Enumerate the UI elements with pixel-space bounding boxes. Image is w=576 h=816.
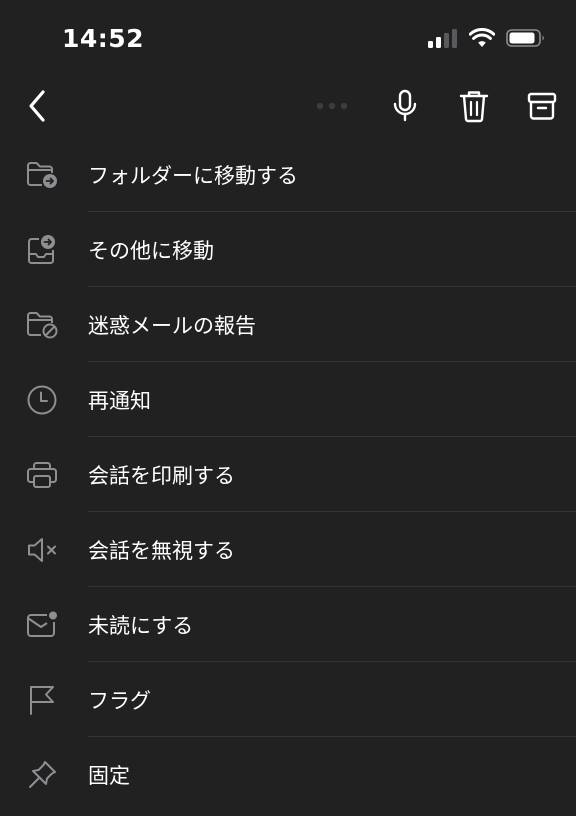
microphone-icon [392,89,418,123]
menu-item-mark-unread[interactable]: 未読にする [0,587,576,662]
more-button[interactable] [312,86,352,126]
menu-item-label: 迷惑メールの報告 [88,313,256,338]
menu-item-pin[interactable]: 固定 [0,737,576,812]
menu-item-label: 会話を無視する [88,538,235,563]
cellular-signal-icon [428,28,458,48]
speaker-mute-icon [24,532,60,568]
menu-item-report-junk[interactable]: 迷惑メールの報告 [0,287,576,362]
menu-item-move-to-other[interactable]: その他に移動 [0,212,576,287]
toolbar [0,78,576,138]
status-time: 14:52 [62,24,145,53]
menu-item-snooze[interactable]: 再通知 [0,362,576,437]
back-chevron-icon [26,89,50,123]
dictate-button[interactable] [385,86,425,126]
trash-icon [459,89,489,123]
status-icons [428,28,546,48]
folder-move-icon [24,157,60,193]
more-dots-icon [314,101,350,111]
menu-item-label: 固定 [88,763,130,788]
menu-item-print-conversation[interactable]: 会話を印刷する [0,437,576,512]
menu-item-label: その他に移動 [88,238,214,263]
action-menu: フォルダーに移動する その他に移動 迷惑メールの報告 再通知 会話を印刷する 会… [0,137,576,812]
menu-item-move-to-folder[interactable]: フォルダーに移動する [0,137,576,212]
menu-item-label: 未読にする [88,613,194,638]
archive-button[interactable] [522,86,562,126]
wifi-icon [469,28,495,48]
flag-icon [24,682,60,718]
menu-item-label: フォルダーに移動する [88,163,298,188]
inbox-move-icon [24,232,60,268]
printer-icon [24,457,60,493]
delete-button[interactable] [454,86,494,126]
folder-block-icon [24,307,60,343]
clock-icon [24,382,60,418]
menu-item-ignore-conversation[interactable]: 会話を無視する [0,512,576,587]
battery-icon [506,28,546,48]
menu-item-label: フラグ [88,688,151,713]
back-button[interactable] [18,86,58,126]
pin-icon [24,757,60,793]
menu-item-label: 再通知 [88,388,151,413]
menu-item-label: 会話を印刷する [88,463,235,488]
menu-item-flag[interactable]: フラグ [0,662,576,737]
archive-icon [527,91,557,121]
status-bar: 14:52 [0,0,576,78]
mail-unread-icon [24,607,60,643]
